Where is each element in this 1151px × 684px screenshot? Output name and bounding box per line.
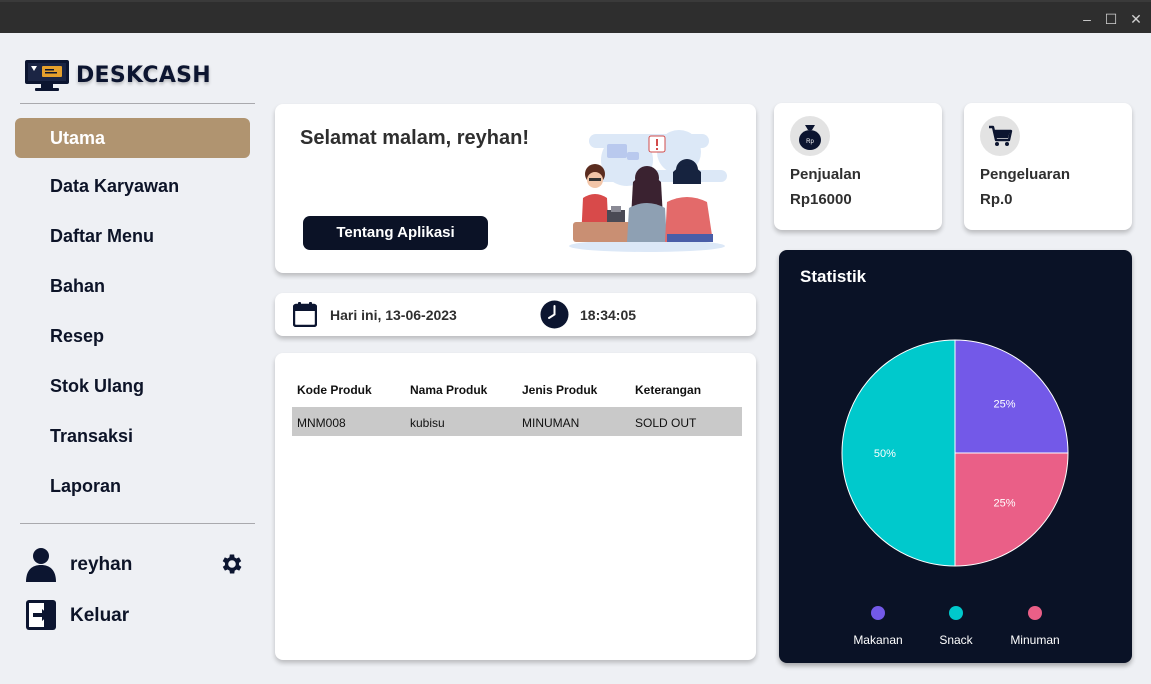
sidebar-divider-bottom: [20, 523, 255, 524]
about-app-button[interactable]: Tentang Aplikasi: [303, 216, 488, 250]
app-logo: DESKCASH: [24, 58, 211, 92]
maximize-icon[interactable]: ☐: [1102, 10, 1120, 28]
pie-label-snack: 50%: [874, 448, 896, 460]
sidebar-item-bahan[interactable]: Bahan: [15, 266, 250, 306]
legend-label: Makanan: [853, 633, 903, 647]
expense-value: Rp.0: [980, 191, 1013, 208]
greeting-card: Selamat malam, reyhan! Tentang Aplikasi: [275, 104, 756, 273]
money-bag-icon: Rp: [790, 116, 830, 156]
app-title: DESKCASH: [76, 62, 212, 88]
column-header-keterangan[interactable]: Keterangan: [635, 383, 701, 397]
expense-label: Pengeluaran: [980, 166, 1071, 183]
legend-item-snack[interactable]: Snack: [916, 606, 996, 647]
logout-icon: [26, 600, 56, 630]
datetime-card: Hari ini, 13-06-2023 18:34:05: [275, 293, 756, 336]
pie-label-makanan: 25%: [994, 398, 1016, 410]
sidebar-item-utama[interactable]: Utama: [15, 118, 250, 158]
people-illustration: [569, 130, 727, 252]
table-cell: SOLD OUT: [635, 416, 697, 430]
date-text: Hari ini, 13-06-2023: [330, 307, 457, 323]
table-cell: MNM008: [297, 416, 346, 430]
minimize-icon[interactable]: –: [1078, 10, 1096, 28]
sidebar-item-laporan[interactable]: Laporan: [15, 466, 250, 506]
legend-label: Minuman: [1010, 633, 1060, 647]
column-header-nama[interactable]: Nama Produk: [410, 383, 487, 397]
sidebar-item-daftar-menu[interactable]: Daftar Menu: [15, 216, 250, 256]
legend-item-makanan[interactable]: Makanan: [838, 606, 918, 647]
legend-dot: [1028, 606, 1042, 620]
legend-dot: [949, 606, 963, 620]
pie-slice-snack[interactable]: [841, 339, 956, 567]
sales-value: Rp16000: [790, 191, 852, 208]
money-bag-badge: Rp: [806, 139, 814, 145]
column-header-kode[interactable]: Kode Produk: [297, 383, 372, 397]
table-row[interactable]: MNM008 kubisu MINUMAN SOLD OUT: [292, 407, 742, 436]
sales-card: Rp Penjualan Rp16000: [774, 103, 942, 230]
sidebar-item-data-karyawan[interactable]: Data Karyawan: [15, 166, 250, 206]
table-cell: MINUMAN: [522, 416, 580, 430]
greeting-text: Selamat malam, reyhan!: [300, 127, 529, 149]
user-name: reyhan: [70, 554, 133, 575]
sidebar-item-resep[interactable]: Resep: [15, 316, 250, 356]
clock-icon: [540, 300, 569, 329]
table-cell: kubisu: [410, 416, 445, 430]
logout-label: Keluar: [70, 605, 130, 626]
legend-dot: [871, 606, 885, 620]
sidebar-divider: [20, 103, 255, 104]
logout-button[interactable]: Keluar: [24, 595, 224, 635]
app-window: DESKCASH Utama Data Karyawan Daftar Menu…: [0, 33, 1151, 684]
user-profile: reyhan: [24, 544, 254, 584]
sidebar-item-transaksi[interactable]: Transaksi: [15, 416, 250, 456]
expense-card: Pengeluaran Rp.0: [964, 103, 1132, 230]
pie-chart: 25% 25% 50%: [841, 339, 1069, 567]
legend-item-minuman[interactable]: Minuman: [995, 606, 1075, 647]
gear-icon[interactable]: [219, 551, 245, 577]
close-icon[interactable]: ✕: [1127, 10, 1145, 28]
cart-icon: [980, 116, 1020, 156]
pie-slice-makanan[interactable]: [954, 339, 1069, 454]
pie-label-minuman: 25%: [994, 498, 1016, 510]
sidebar-item-stok-ulang[interactable]: Stok Ulang: [15, 366, 250, 406]
sales-label: Penjualan: [790, 166, 861, 183]
monitor-logo-icon: [25, 60, 69, 91]
product-table-card: Kode Produk Nama Produk Jenis Produk Ket…: [275, 353, 756, 660]
statistics-chart-card: Statistik 25% 25% 50% Makanan Snack Minuman: [779, 250, 1132, 663]
legend-label: Snack: [939, 633, 973, 647]
time-text: 18:34:05: [580, 307, 637, 323]
user-icon: [26, 548, 56, 582]
column-header-jenis[interactable]: Jenis Produk: [522, 383, 597, 397]
calendar-icon: [293, 302, 317, 327]
window-titlebar: – ☐ ✕: [0, 0, 1151, 33]
